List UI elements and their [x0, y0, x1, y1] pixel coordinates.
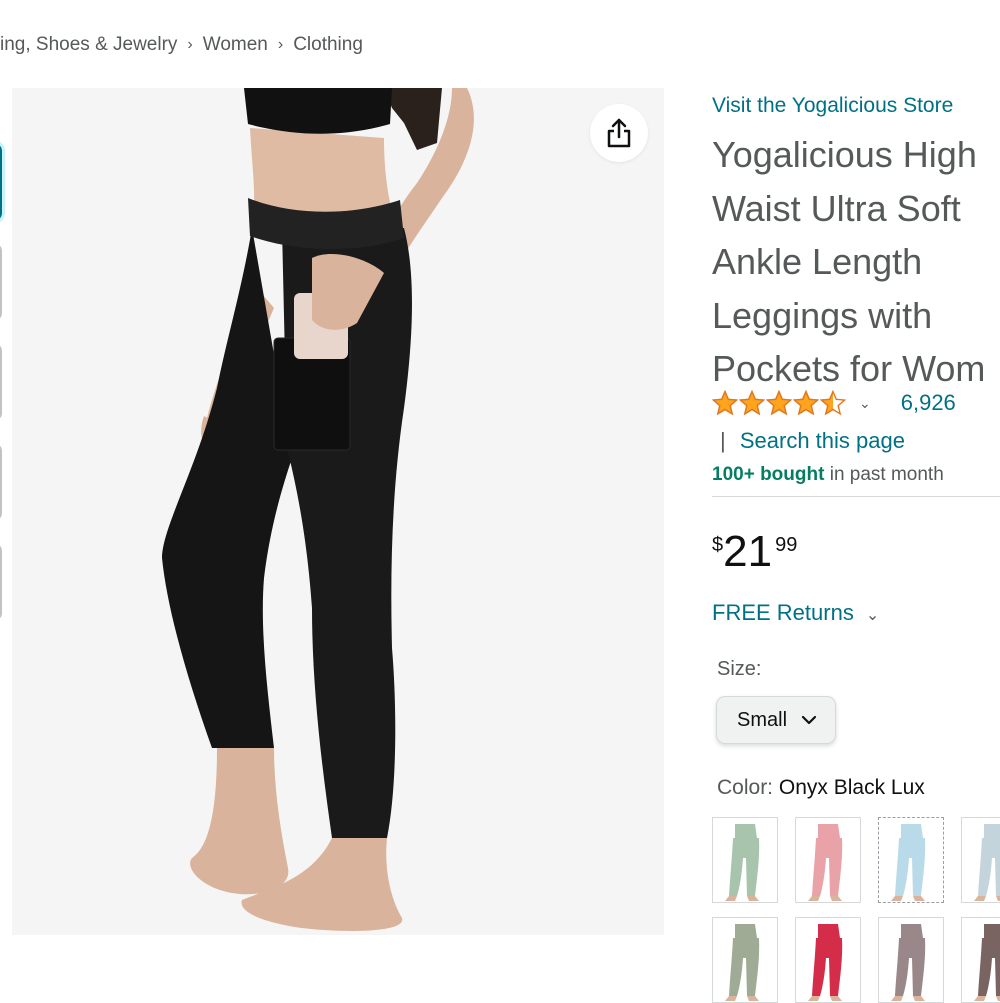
product-title-line: Ankle Length: [712, 241, 923, 282]
swatch-leggings-thumbnail: [891, 924, 926, 1001]
chevron-down-icon: [801, 715, 817, 725]
image-thumbnail[interactable]: [0, 143, 2, 221]
star-rating[interactable]: [712, 390, 847, 416]
swatch-leggings-thumbnail: [808, 824, 843, 901]
star-icon: [739, 390, 765, 416]
product-details: Visit the Yogalicious Store Yogalicious …: [712, 90, 1000, 1003]
image-thumbnail[interactable]: [0, 343, 2, 421]
image-thumbnail[interactable]: [0, 443, 2, 521]
size-selected-value: Small: [737, 708, 788, 731]
main-product-image[interactable]: [12, 88, 664, 935]
image-thumbnail-strip: [0, 143, 2, 643]
star-icon: [712, 390, 738, 416]
star-icon: [820, 390, 846, 416]
price-symbol: $: [712, 534, 724, 556]
price-fraction: 99: [775, 534, 798, 556]
price: $ 21 99: [712, 526, 797, 578]
search-this-page: | Search this page: [712, 428, 905, 454]
color-label-text: Color:: [717, 776, 774, 799]
share-button[interactable]: [590, 104, 648, 162]
product-title-line: Pockets for Wom: [712, 348, 986, 389]
store-link[interactable]: Visit the Yogalicious Store: [712, 90, 1000, 122]
product-title-line: Waist Ultra Soft: [712, 187, 961, 229]
product-title: Yogalicious High Waist Ultra Soft Ankle …: [712, 128, 1000, 396]
breadcrumb-item-category[interactable]: ing, Shoes & Jewelry: [0, 34, 177, 56]
breadcrumb-separator: ›: [277, 36, 284, 53]
swatch-leggings-thumbnail: [725, 924, 760, 1001]
breadcrumb-item-clothing[interactable]: Clothing: [293, 34, 363, 56]
chevron-down-icon: ⌄: [865, 607, 880, 624]
image-thumbnail[interactable]: [0, 243, 2, 321]
price-whole: 21: [723, 527, 773, 576]
share-icon: [607, 118, 631, 148]
color-swatch[interactable]: [712, 817, 778, 903]
color-swatch[interactable]: [795, 817, 861, 903]
color-swatch[interactable]: [961, 817, 1000, 903]
purchase-count: 100+ bought in past month: [712, 464, 944, 486]
rating-row[interactable]: ⌄ 6,926: [712, 390, 956, 416]
breadcrumb-item-women[interactable]: Women: [203, 34, 268, 56]
swatch-leggings-thumbnail: [974, 824, 1000, 901]
product-photo: [162, 88, 474, 931]
swatch-leggings-thumbnail: [974, 924, 1000, 1001]
color-swatch[interactable]: [878, 917, 944, 1003]
bought-count: 100+ bought: [712, 464, 825, 485]
star-icon: [766, 390, 792, 416]
color-swatch[interactable]: [712, 917, 778, 1003]
chevron-down-icon[interactable]: ⌄: [859, 395, 871, 412]
free-returns-label: FREE Returns: [712, 600, 854, 625]
ratings-count-link[interactable]: 6,926: [901, 390, 956, 416]
divider-bar: |: [720, 428, 726, 453]
section-divider: [712, 496, 1000, 497]
breadcrumb-separator: ›: [187, 36, 193, 53]
product-title-line: Yogalicious High: [712, 134, 977, 175]
product-title-line: Leggings with: [712, 294, 933, 336]
free-returns-link[interactable]: FREE Returns ⌄: [712, 600, 879, 626]
star-icon: [793, 390, 819, 416]
image-thumbnail[interactable]: [0, 543, 2, 621]
color-swatch[interactable]: [961, 917, 1000, 1003]
breadcrumb: ing, Shoes & Jewelry › Women › Clothing: [0, 32, 363, 58]
size-label: Size:: [717, 658, 762, 680]
swatch-leggings-thumbnail: [891, 824, 926, 901]
bought-period: in past month: [824, 464, 944, 485]
color-swatch[interactable]: [878, 817, 944, 903]
search-this-page-link[interactable]: Search this page: [740, 428, 905, 453]
color-swatch[interactable]: [795, 917, 861, 1003]
swatch-leggings-thumbnail: [725, 824, 760, 901]
size-dropdown[interactable]: Small: [716, 696, 836, 744]
swatch-leggings-thumbnail: [808, 924, 843, 1001]
color-label: Color: Onyx Black Lux: [717, 776, 925, 800]
color-selected-value: Onyx Black Lux: [778, 776, 925, 799]
